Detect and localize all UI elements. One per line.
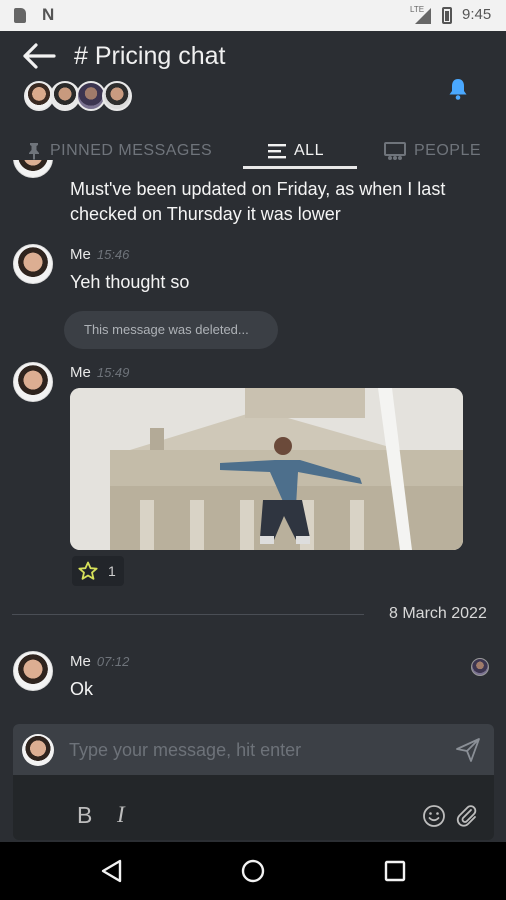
message-text: Must've been updated on Friday, as when … xyxy=(70,179,446,224)
composer-box: B I xyxy=(13,724,494,840)
back-arrow-icon[interactable] xyxy=(22,43,56,69)
gif-image xyxy=(70,388,463,550)
status-bar: N LTE 9:45 xyxy=(0,0,506,31)
gif-attachment[interactable] xyxy=(70,388,463,550)
deleted-message-notice: This message was deleted... xyxy=(64,311,278,349)
message-input[interactable] xyxy=(69,735,439,765)
list-icon xyxy=(268,144,286,159)
message-list[interactable]: Must've been updated on Friday, as when … xyxy=(0,160,506,712)
sim-card-icon xyxy=(14,8,26,23)
send-icon[interactable] xyxy=(455,737,481,763)
italic-button[interactable]: I xyxy=(117,802,125,828)
avatar[interactable] xyxy=(13,362,53,402)
people-icon xyxy=(384,142,406,160)
read-receipt-avatar xyxy=(471,658,489,676)
message-text: Yeh thought so xyxy=(70,272,190,292)
signal-icon xyxy=(415,8,431,24)
author-name: Me xyxy=(70,653,91,670)
nav-recents-icon[interactable] xyxy=(384,860,406,882)
reaction-count: 1 xyxy=(108,563,116,579)
message-time: 15:49 xyxy=(96,365,130,380)
author-name: Me xyxy=(70,364,91,381)
page-title: # Pricing chat xyxy=(74,42,226,70)
bell-icon[interactable] xyxy=(446,77,470,101)
composer-input-row xyxy=(13,724,494,775)
message-text: Ok xyxy=(70,679,94,699)
message-time: 15:46 xyxy=(96,247,130,262)
star-icon xyxy=(78,561,98,580)
bold-button[interactable]: B xyxy=(77,802,92,829)
paperclip-icon[interactable] xyxy=(455,804,479,828)
nav-home-icon[interactable] xyxy=(241,859,265,883)
avatar[interactable] xyxy=(13,651,53,691)
chat-header: # Pricing chat PINNED MESSAGES ALL PEOPL… xyxy=(0,31,506,170)
emoji-icon[interactable] xyxy=(422,804,446,828)
battery-icon xyxy=(442,7,452,24)
message-author: Me 15:49 xyxy=(70,364,129,381)
message-composer: B I xyxy=(0,712,506,842)
message-author: Me 15:46 xyxy=(70,246,129,263)
avatar[interactable] xyxy=(13,160,53,178)
reaction-star[interactable]: 1 xyxy=(72,556,124,586)
author-name: Me xyxy=(70,246,91,263)
tab-label: ALL xyxy=(294,142,324,159)
avatar[interactable] xyxy=(13,244,53,284)
system-nav-bar xyxy=(0,842,506,900)
status-time: 9:45 xyxy=(462,6,492,23)
pin-icon xyxy=(29,143,39,160)
avatar xyxy=(22,734,54,766)
message-author: Me 07:12 xyxy=(70,653,129,670)
tab-label: PEOPLE xyxy=(414,142,482,159)
nav-back-icon[interactable] xyxy=(100,859,124,883)
tab-label: PINNED MESSAGES xyxy=(50,142,213,159)
avatar xyxy=(102,81,132,111)
date-separator: 8 March 2022 xyxy=(389,605,487,622)
date-divider xyxy=(12,614,364,615)
n-notification-icon: N xyxy=(42,5,55,24)
message-time: 07:12 xyxy=(96,654,130,669)
